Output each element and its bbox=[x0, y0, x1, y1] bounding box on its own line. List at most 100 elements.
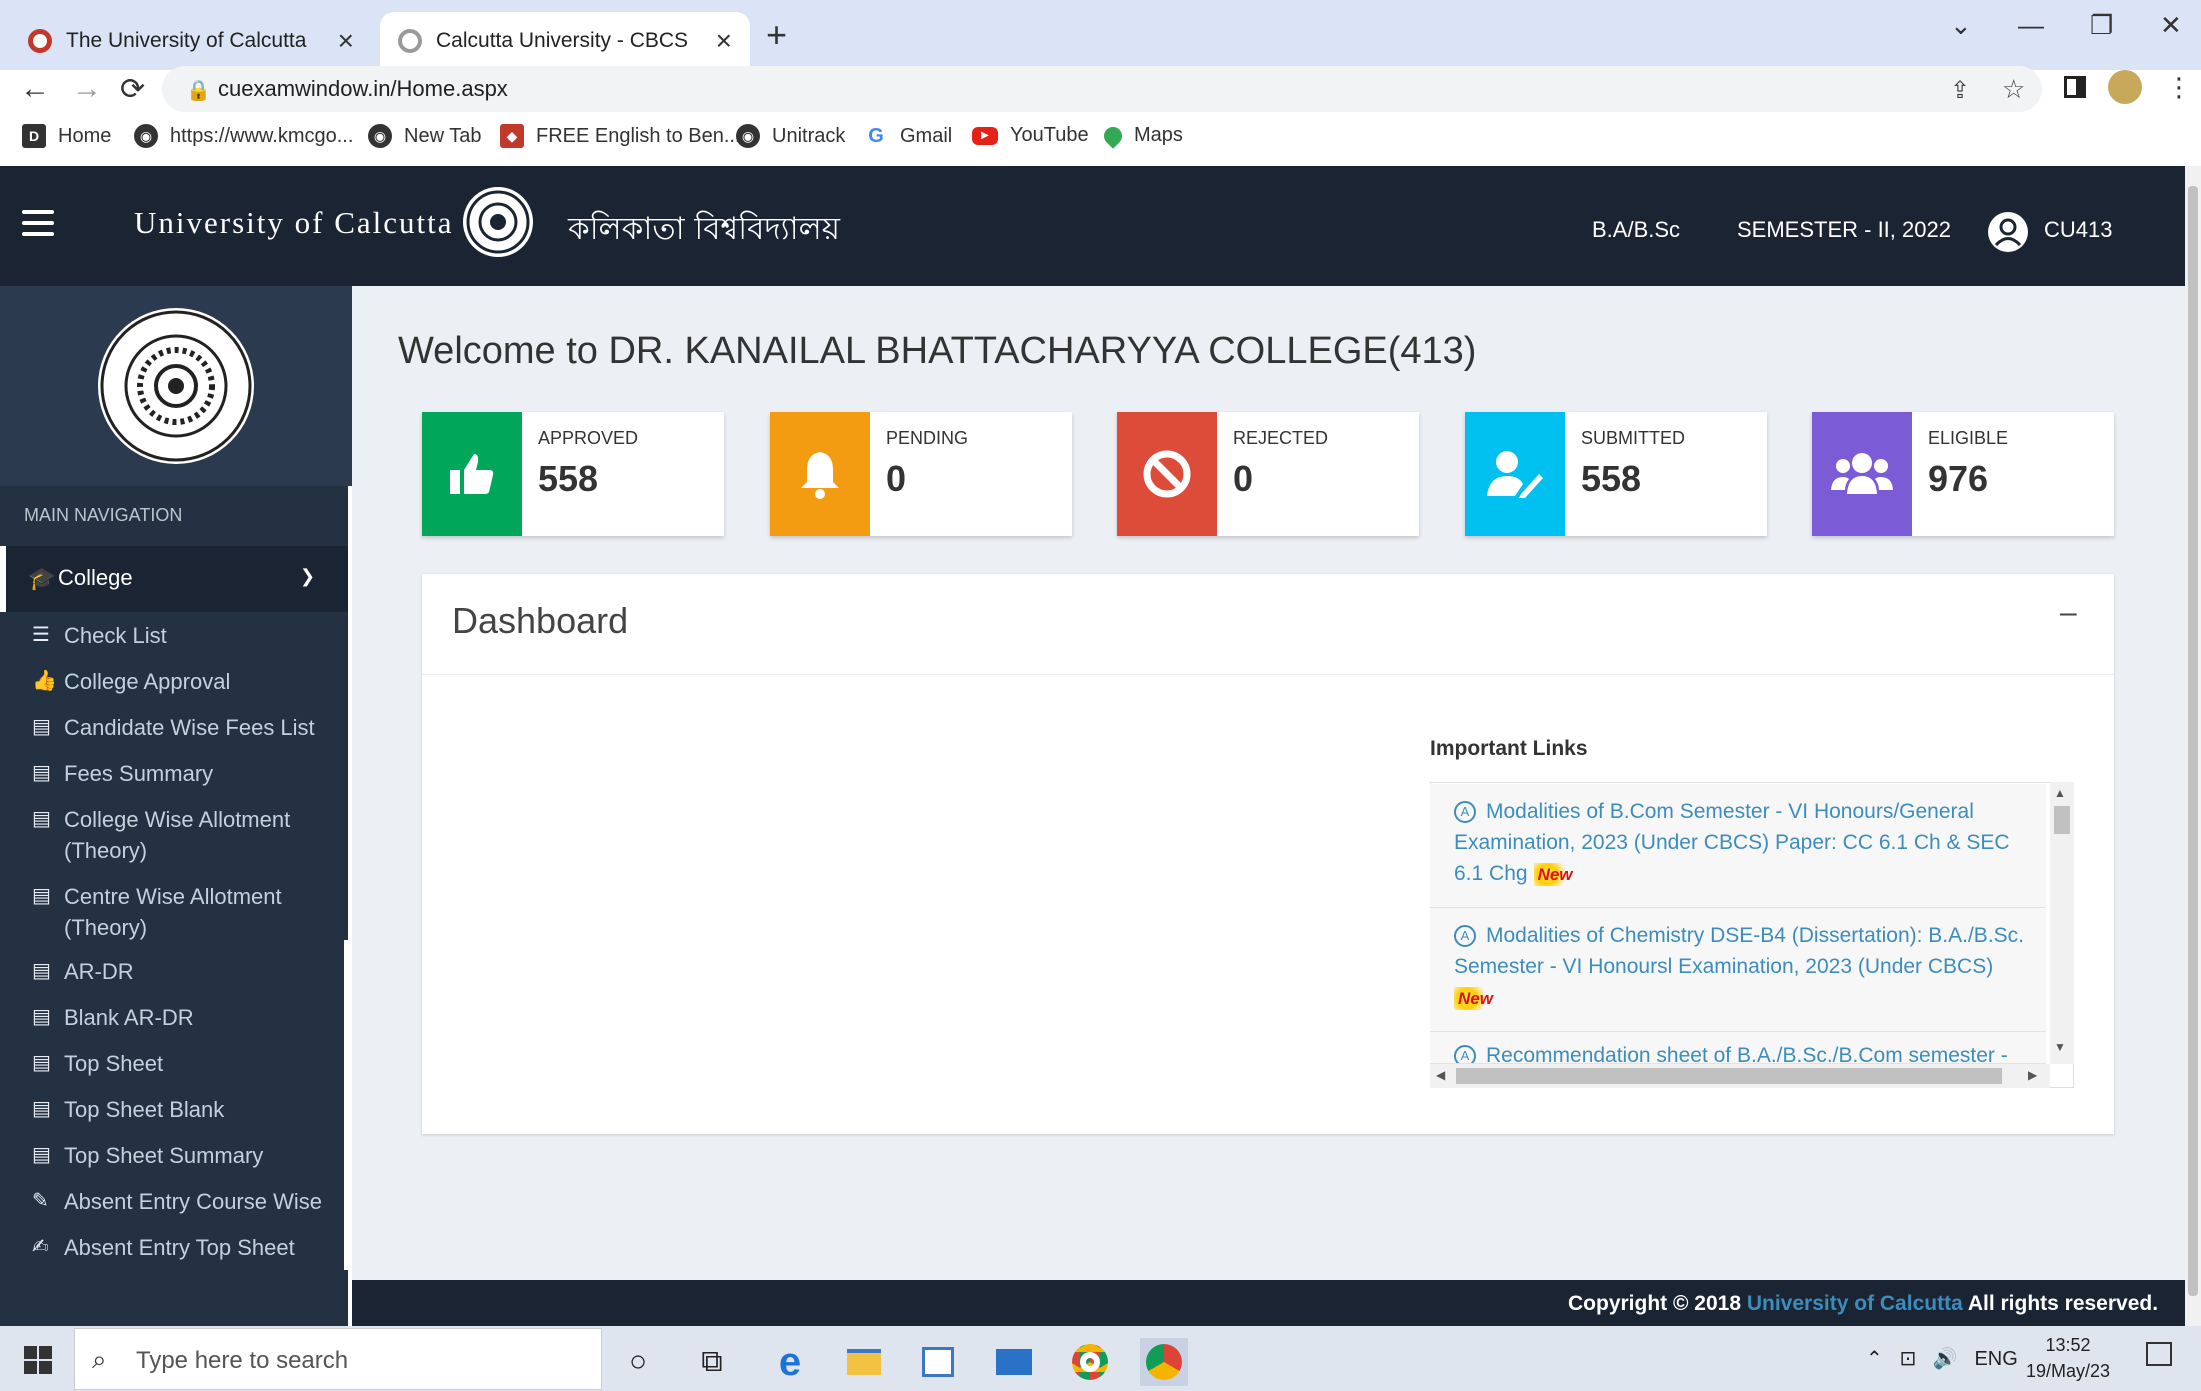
card-rejected[interactable]: REJECTED 0 bbox=[1117, 412, 1419, 536]
bookmark-unitrack[interactable]: ◉ Unitrack bbox=[736, 124, 845, 148]
link-circle-icon: A bbox=[1454, 1045, 1476, 1063]
task-view-icon[interactable]: ⧉ bbox=[688, 1338, 736, 1386]
lock-icon[interactable]: 🔒 bbox=[186, 78, 211, 103]
reload-icon[interactable]: ⟳ bbox=[120, 72, 145, 107]
sidebar-scrollbar[interactable] bbox=[344, 940, 352, 1270]
scroll-down-arrow-icon[interactable]: ▼ bbox=[2054, 1040, 2066, 1054]
collapse-button[interactable]: – bbox=[2060, 596, 2077, 630]
chrome-active-icon[interactable] bbox=[1140, 1338, 1188, 1386]
sidebar-item-ar-dr[interactable]: ▤ AR-DR bbox=[32, 956, 134, 987]
browser-tab-cbcs[interactable]: Calcutta University - CBCS × bbox=[380, 12, 750, 70]
sidebar-item-check-list[interactable]: ☰ Check List bbox=[32, 620, 167, 651]
sidebar-item-absent-top-sheet[interactable]: ✍ Absent Entry Top Sheet bbox=[32, 1232, 295, 1263]
sidebar-item-college-approval[interactable]: 👍 College Approval bbox=[32, 666, 230, 697]
thumbs-up-icon bbox=[422, 412, 522, 536]
home-bookmark-icon: D bbox=[22, 124, 46, 148]
document-icon: ▤ bbox=[32, 1006, 51, 1028]
brand-title[interactable]: University of Calcutta bbox=[134, 205, 454, 241]
bookmark-new-tab[interactable]: ◉ New Tab bbox=[368, 124, 481, 148]
card-approved[interactable]: APPROVED 558 bbox=[422, 412, 724, 536]
minimize-button[interactable]: — bbox=[2018, 10, 2044, 41]
user-avatar-icon[interactable] bbox=[1988, 212, 2028, 252]
bookmark-english-bengali[interactable]: ◆ FREE English to Ben... bbox=[500, 124, 741, 148]
important-links-heading: Important Links bbox=[1430, 737, 1588, 760]
divider bbox=[422, 674, 2114, 675]
scrollbar-thumb[interactable] bbox=[1456, 1068, 2002, 1084]
copyright-link[interactable]: University of Calcutta bbox=[1747, 1292, 1963, 1315]
card-eligible[interactable]: ELIGIBLE 976 bbox=[1812, 412, 2114, 536]
document-icon: ▤ bbox=[32, 1098, 51, 1120]
browser-menu-icon[interactable]: ⋮ bbox=[2166, 72, 2192, 103]
forward-arrow-icon[interactable]: → bbox=[72, 72, 102, 106]
scrollbar-thumb[interactable] bbox=[2054, 806, 2070, 834]
sidebar-item-top-sheet-summary[interactable]: ▤ Top Sheet Summary bbox=[32, 1140, 263, 1171]
windows-start-icon[interactable] bbox=[24, 1346, 52, 1374]
sidebar-item-label: College Wise Allotment (Theory) bbox=[64, 807, 291, 863]
profile-avatar[interactable] bbox=[2108, 70, 2142, 104]
sidebar-item-college-allotment[interactable]: ▤ College Wise Allotment (Theory) bbox=[32, 804, 302, 866]
important-link-item[interactable]: A Modalities of Chemistry DSE-B4 (Dissert… bbox=[1430, 908, 2046, 1032]
bookmark-star-icon[interactable]: ☆ bbox=[2002, 74, 2025, 105]
sidebar-item-centre-allotment[interactable]: ▤ Centre Wise Allotment (Theory) bbox=[32, 881, 302, 943]
chevron-down-icon[interactable]: ❯ bbox=[300, 566, 315, 587]
tab-close-icon[interactable]: × bbox=[716, 27, 732, 55]
scroll-up-arrow-icon[interactable]: ▲ bbox=[2054, 786, 2066, 800]
system-tray[interactable]: ⌃ ⊡ 🔊 ENG bbox=[1866, 1346, 2018, 1371]
hamburger-menu-icon[interactable] bbox=[22, 210, 54, 236]
url-text[interactable]: cuexamwindow.in/Home.aspx bbox=[218, 76, 508, 102]
card-pending[interactable]: PENDING 0 bbox=[770, 412, 1072, 536]
tab-search-icon[interactable]: ⌄ bbox=[1950, 10, 1972, 41]
bookmark-kmcgo[interactable]: ◉ https://www.kmcgo... bbox=[134, 124, 353, 148]
sidebar-item-absent-course[interactable]: ✎ Absent Entry Course Wise bbox=[32, 1186, 322, 1217]
sidebar-item-top-sheet[interactable]: ▤ Top Sheet bbox=[32, 1048, 163, 1079]
scroll-left-arrow-icon[interactable]: ◀ bbox=[1436, 1068, 1445, 1082]
user-id[interactable]: CU413 bbox=[2044, 217, 2112, 243]
document-icon: ▤ bbox=[32, 1144, 51, 1166]
new-tab-button[interactable]: + bbox=[766, 14, 787, 56]
semester-label[interactable]: SEMESTER - II, 2022 bbox=[1737, 217, 1951, 243]
back-arrow-icon[interactable]: ← bbox=[20, 72, 50, 106]
scroll-right-arrow-icon[interactable]: ▶ bbox=[2028, 1068, 2037, 1082]
globe-favicon-icon bbox=[398, 29, 422, 53]
important-link-item[interactable]: A Modalities of B.Com Semester - VI Honou… bbox=[1430, 784, 2046, 908]
sidebar-item-label: Absent Entry Top Sheet bbox=[64, 1235, 295, 1260]
tab-close-icon[interactable]: × bbox=[338, 27, 354, 55]
important-link-item[interactable]: A Recommendation sheet of B.A./B.Sc./B.Co… bbox=[1430, 1032, 2046, 1064]
sidebar-group-label[interactable]: College bbox=[58, 565, 133, 591]
page-title: Welcome to DR. KANAILAL BHATTACHARYYA CO… bbox=[398, 330, 1477, 372]
taskbar-search-placeholder[interactable]: Type here to search bbox=[136, 1347, 348, 1375]
file-explorer-icon[interactable] bbox=[840, 1338, 888, 1386]
sidebar-item-blank-ar-dr[interactable]: ▤ Blank AR-DR bbox=[32, 1002, 194, 1033]
card-submitted[interactable]: SUBMITTED 558 bbox=[1465, 412, 1767, 536]
bookmark-youtube[interactable]: ▶ YouTube bbox=[972, 124, 1089, 147]
network-icon[interactable]: ⊡ bbox=[1899, 1348, 1916, 1370]
clock[interactable]: 13:52 19/May/23 bbox=[2026, 1332, 2110, 1384]
link-text[interactable]: Modalities of Chemistry DSE-B4 (Disserta… bbox=[1454, 924, 2024, 978]
scrollbar-thumb[interactable] bbox=[2188, 186, 2198, 1296]
language-indicator[interactable]: ENG bbox=[1974, 1348, 2017, 1370]
document-icon: ▤ bbox=[32, 808, 51, 830]
sidebar-item-candidate-fees[interactable]: ▤ Candidate Wise Fees List bbox=[32, 712, 315, 743]
close-window-button[interactable]: ✕ bbox=[2160, 10, 2182, 41]
sidebar-item-top-sheet-blank[interactable]: ▤ Top Sheet Blank bbox=[32, 1094, 224, 1125]
chrome-icon[interactable] bbox=[1066, 1338, 1114, 1386]
bookmark-home[interactable]: D Home bbox=[22, 124, 111, 148]
mail-icon[interactable] bbox=[990, 1338, 1038, 1386]
edge-browser-icon[interactable]: e bbox=[766, 1338, 814, 1386]
bookmark-gmail[interactable]: G Gmail bbox=[864, 124, 952, 148]
restore-button[interactable]: ❐ bbox=[2090, 10, 2113, 41]
bookmark-maps[interactable]: Maps bbox=[1100, 122, 1183, 149]
volume-icon[interactable]: 🔊 bbox=[1933, 1348, 1958, 1370]
store-icon[interactable] bbox=[914, 1338, 962, 1386]
notification-icon[interactable] bbox=[2146, 1342, 2172, 1366]
sidebar-item-fees-summary[interactable]: ▤ Fees Summary bbox=[32, 758, 213, 789]
share-icon[interactable]: ⇪ bbox=[1950, 76, 1970, 105]
course-label[interactable]: B.A/B.Sc bbox=[1592, 217, 1680, 243]
cortana-icon[interactable]: ○ bbox=[614, 1338, 662, 1386]
side-panel-icon[interactable] bbox=[2064, 76, 2086, 98]
link-text[interactable]: Recommendation sheet of B.A./B.Sc./B.Com… bbox=[1486, 1044, 2008, 1063]
university-logo bbox=[98, 308, 254, 464]
browser-tab-university[interactable]: The University of Calcutta × bbox=[10, 12, 372, 70]
chevron-up-icon[interactable]: ⌃ bbox=[1866, 1348, 1883, 1370]
card-label: ELIGIBLE bbox=[1928, 428, 2009, 448]
